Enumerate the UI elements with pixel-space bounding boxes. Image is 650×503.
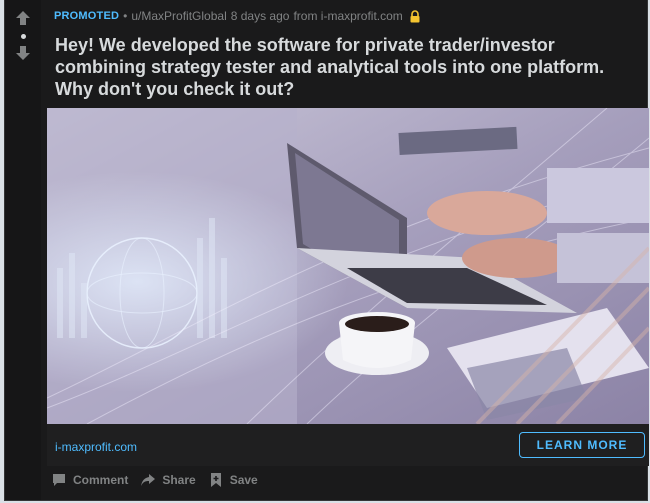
bookmark-icon [210, 473, 221, 487]
promoted-label: PROMOTED [54, 10, 120, 22]
post-content: PROMOTED • u/MaxProfitGlobal 8 days ago … [47, 0, 649, 500]
share-button[interactable]: Share [140, 472, 196, 488]
ad-image[interactable] [47, 108, 649, 424]
share-icon [141, 474, 156, 486]
promoted-post-card[interactable]: PROMOTED • u/MaxProfitGlobal 8 days ago … [4, 0, 649, 501]
author-link[interactable]: u/MaxProfitGlobal [131, 9, 226, 23]
save-button[interactable]: Save [208, 472, 258, 488]
post-meta: PROMOTED • u/MaxProfitGlobal 8 days ago … [54, 9, 421, 23]
link-url[interactable]: i-maxprofit.com [55, 440, 137, 454]
vote-column [5, 0, 41, 500]
comment-button[interactable]: Comment [51, 472, 128, 488]
vote-score-dot [20, 34, 26, 39]
laptop-trading-illustration [47, 108, 649, 424]
share-label: Share [162, 473, 196, 487]
comment-icon [53, 474, 65, 486]
lock-icon [409, 9, 421, 23]
post-age: 8 days ago [230, 9, 290, 23]
post-actions: Comment Share Save [51, 472, 270, 488]
arrow-down-icon[interactable] [15, 45, 31, 61]
post-source[interactable]: from i-maxprofit.com [293, 9, 402, 23]
save-label: Save [229, 473, 258, 487]
learn-more-button[interactable]: LEARN MORE [519, 432, 645, 458]
comment-label: Comment [73, 473, 129, 487]
link-bar: i-maxprofit.com LEARN MORE [47, 424, 649, 466]
page: PROMOTED • u/MaxProfitGlobal 8 days ago … [0, 0, 650, 503]
meta-separator: • [123, 9, 128, 23]
arrow-up-icon[interactable] [15, 10, 31, 26]
post-title[interactable]: Hey! We developed the software for priva… [55, 34, 640, 100]
